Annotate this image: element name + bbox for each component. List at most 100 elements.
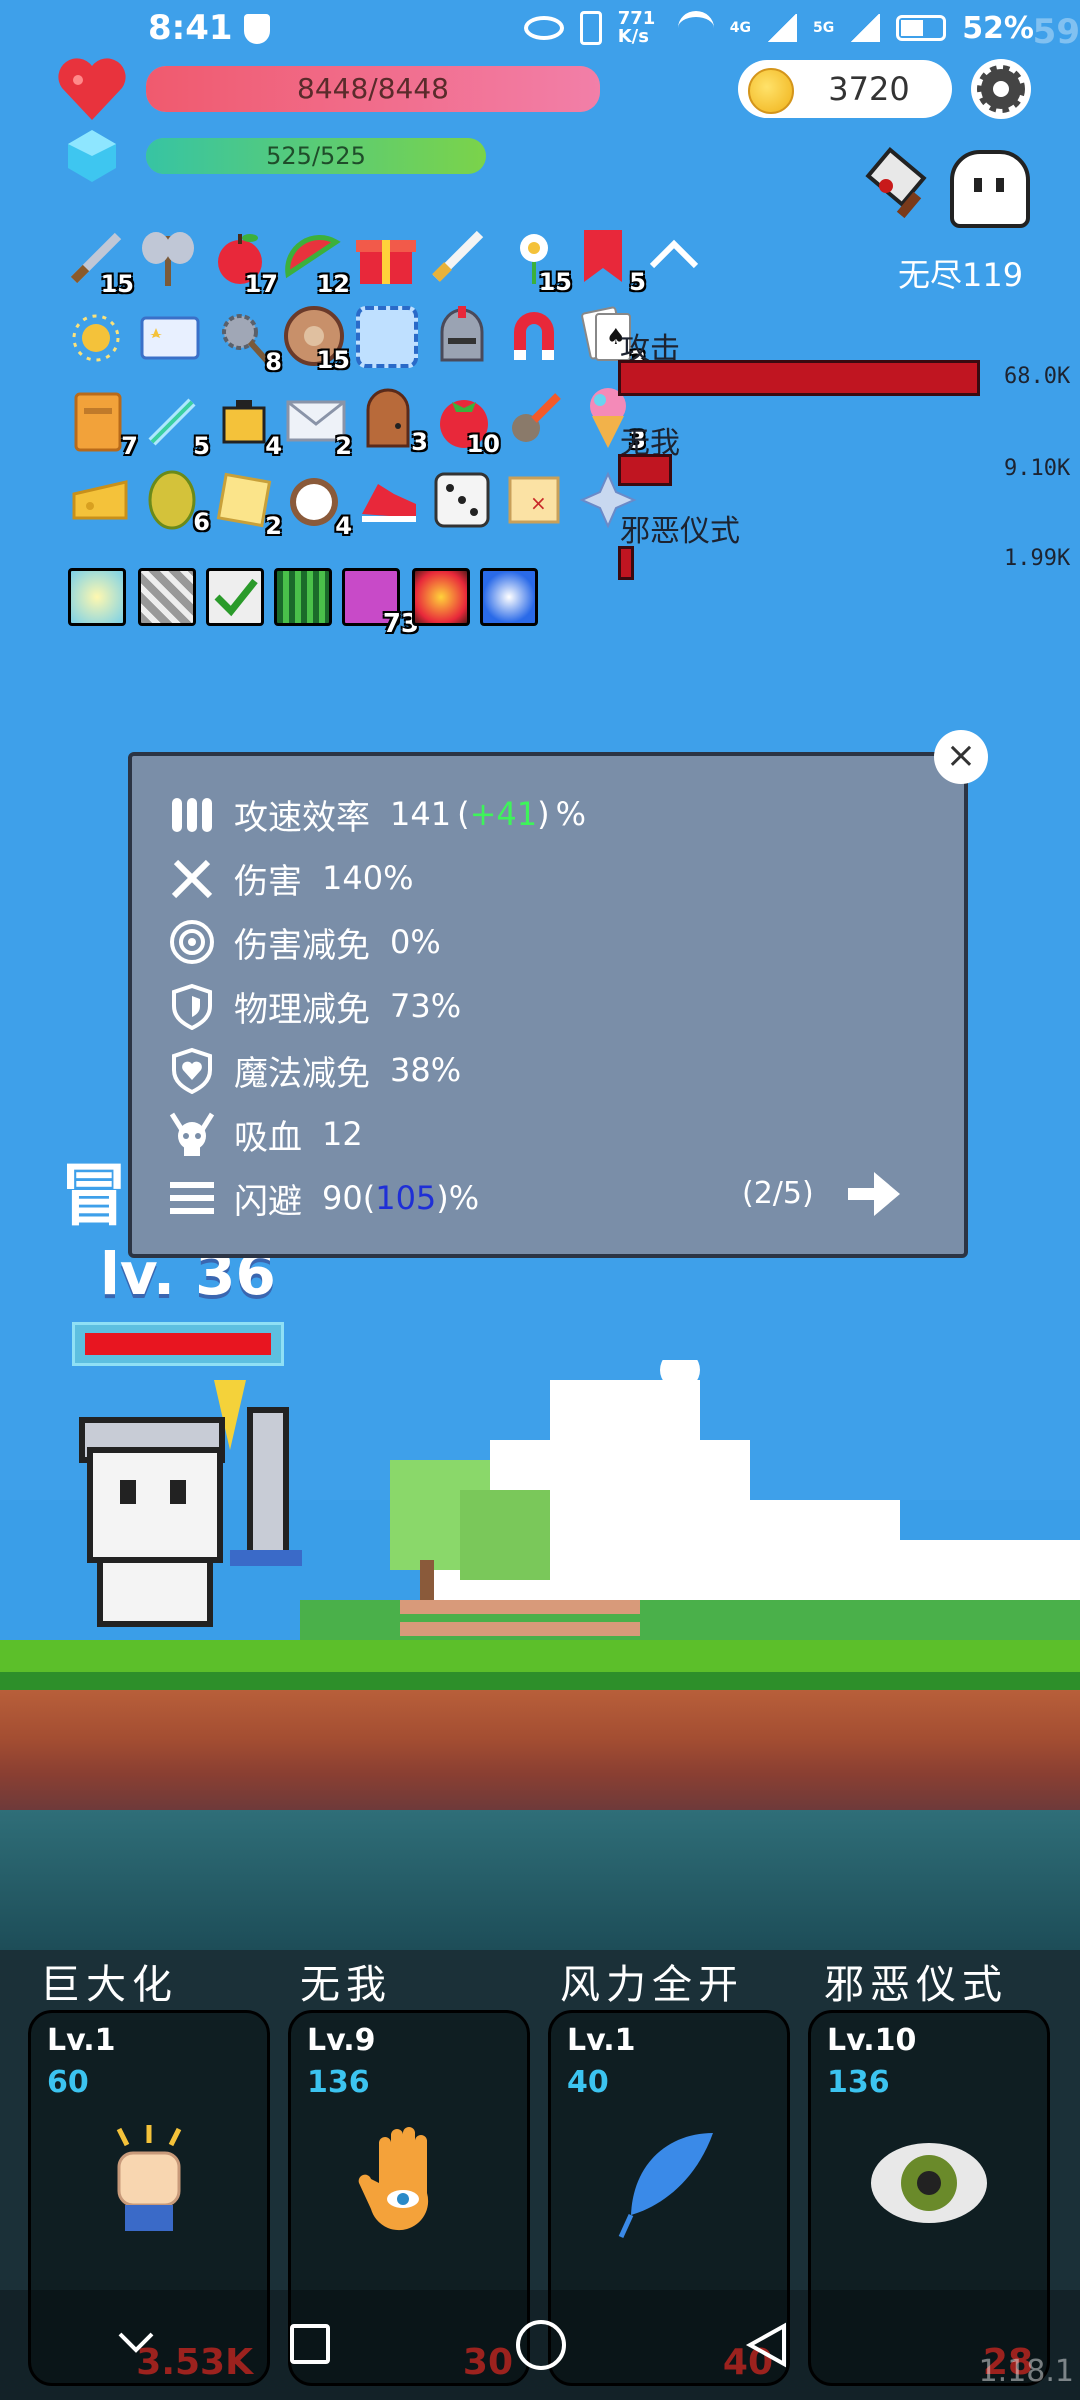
stat-row-physical-reduction: 物理减免 73% — [166, 978, 461, 1034]
skill-cost: 136 — [827, 2065, 890, 2100]
dragon-egg-icon[interactable]: 6 — [142, 466, 210, 536]
gear-icon[interactable] — [970, 58, 1032, 120]
round-shield-icon[interactable]: 15 — [282, 304, 350, 374]
shield-icon — [166, 980, 218, 1032]
map-scroll-icon[interactable]: 2 — [214, 470, 282, 540]
stat-row-damage-reduction: 伤害减免 0% — [166, 914, 441, 970]
eye-icon — [869, 2123, 989, 2243]
syringe-icon[interactable]: 5 — [142, 390, 210, 460]
stat-bonus: +41 — [469, 795, 538, 833]
empty-slot-icon[interactable] — [356, 306, 418, 368]
stat-row-magic-reduction: 魔法减免 38% — [166, 1042, 461, 1098]
collapse-chevron-icon[interactable] — [646, 236, 702, 272]
watermelon-icon[interactable]: 12 — [282, 228, 350, 298]
coconut-icon[interactable]: 4 — [284, 470, 352, 540]
stat-value: 140% — [322, 859, 414, 897]
next-page-arrow-icon[interactable] — [844, 1166, 904, 1222]
skill-name-wind: 风力全开 — [560, 1962, 744, 2008]
clock: 8:41 — [148, 8, 233, 48]
skill-cost: 136 — [307, 2065, 370, 2100]
axe-icon[interactable] — [138, 228, 198, 288]
page-indicator: (2/5) — [742, 1176, 814, 1211]
mp-bar: 525/525 — [146, 138, 486, 174]
gift-icon[interactable] — [354, 224, 416, 284]
helmet-icon[interactable] — [432, 304, 492, 364]
damage-value-attack: 68.0K — [1004, 364, 1071, 389]
stat-label: 伤害 — [234, 861, 302, 902]
stat-value: 0% — [390, 923, 441, 961]
sneaker-icon[interactable] — [358, 474, 418, 534]
magnet-icon[interactable] — [504, 304, 564, 364]
fist-icon — [89, 2123, 209, 2243]
damage-value-ritual: 1.99K — [1004, 546, 1071, 571]
nav-down-chevron-icon[interactable] — [116, 2330, 156, 2354]
damage-bar-attack — [618, 360, 980, 396]
cheese-icon[interactable] — [70, 474, 130, 534]
id-card-icon[interactable] — [138, 308, 200, 368]
stat-value: 12 — [322, 1115, 363, 1153]
meteor-icon[interactable] — [504, 390, 564, 450]
dodge-lines-icon — [166, 1172, 218, 1224]
dirt-layer — [0, 1690, 1080, 1810]
mana-crystal-icon — [64, 128, 120, 184]
partial-title: 冒 — [60, 1157, 129, 1236]
stat-label: 吸血 — [234, 1117, 302, 1158]
nav-home-icon[interactable] — [516, 2320, 566, 2370]
golden-sword-icon[interactable] — [428, 226, 488, 286]
frost-skill-icon[interactable] — [480, 568, 538, 626]
eye-icon — [523, 16, 564, 40]
spirit-skill-icon[interactable]: 73 — [342, 568, 419, 639]
sword-icon[interactable]: 15 — [66, 228, 134, 298]
skill-level: Lv.1 — [567, 2023, 636, 2058]
coin-counter[interactable]: 3720 — [738, 60, 952, 118]
hp-bar: 8448/8448 — [146, 66, 600, 112]
fire-skill-icon[interactable] — [412, 568, 470, 626]
apple-icon[interactable]: 17 — [210, 228, 278, 298]
battery-icon — [896, 15, 947, 41]
skill-name-gigantify: 巨大化 — [40, 1962, 178, 2008]
stat-row-lifesteal: 吸血 12 — [166, 1106, 363, 1162]
tomato-icon[interactable]: 10 — [432, 388, 500, 458]
stat-value: 141 — [390, 795, 452, 833]
knight-hero[interactable] — [70, 1310, 320, 1650]
damage-label-ritual: 邪恶仪式 — [620, 514, 740, 549]
damage-bar-ritual — [618, 546, 634, 580]
flower-icon[interactable]: 15 — [504, 226, 572, 296]
stat-value: 38% — [390, 1051, 462, 1089]
stat-label: 攻速效率 — [234, 797, 370, 838]
checkmark-skill-icon[interactable] — [206, 568, 264, 626]
skill-name-wuwo: 无我 — [300, 1962, 392, 2008]
net-speed: 771 K/s — [617, 8, 656, 47]
target-icon — [166, 916, 218, 968]
cleaver-icon[interactable] — [860, 146, 940, 226]
water-layer — [0, 1810, 1080, 1950]
stats-panel: 攻速效率 141 (+41)% 伤害 140% 伤害减免 0% 物理减免 73%… — [128, 752, 968, 1258]
feather-icon — [609, 2123, 729, 2243]
coin-value: 3720 — [828, 70, 910, 108]
sun-icon[interactable] — [66, 308, 126, 368]
stat-value: 73% — [390, 987, 462, 1025]
light-aura-icon[interactable] — [68, 568, 126, 626]
dice-icon[interactable] — [430, 468, 490, 528]
signal-icon — [766, 14, 797, 42]
envelope-icon[interactable]: 2 — [284, 390, 352, 460]
spiked-mace-icon[interactable]: 8 — [214, 306, 282, 376]
ghost-icon[interactable] — [950, 150, 1030, 228]
treasure-map-icon[interactable]: × — [504, 470, 564, 530]
grass-shadow — [0, 1672, 1080, 1690]
hamsa-hand-icon — [349, 2123, 469, 2243]
skill-cost: 60 — [47, 2065, 89, 2100]
nav-recents-icon[interactable] — [290, 2324, 330, 2364]
book-icon[interactable]: 7 — [70, 390, 138, 460]
stat-row-damage: 伤害 140% — [166, 850, 413, 906]
blade-skill-icon[interactable] — [138, 568, 196, 626]
nav-back-icon[interactable] — [744, 2322, 788, 2368]
forest-skill-icon[interactable] — [274, 568, 332, 626]
door-icon[interactable]: 3 — [360, 386, 428, 456]
vibrate-icon — [579, 11, 602, 45]
status-bar: 8:41 771 K/s 4G 5G 52% 59 — [0, 0, 1080, 60]
close-panel-button[interactable]: × — [934, 730, 988, 784]
bookmark-icon[interactable]: 5 — [578, 226, 646, 296]
battery-item-icon[interactable]: 4 — [214, 390, 282, 460]
skill-level: Lv.10 — [827, 2023, 917, 2058]
